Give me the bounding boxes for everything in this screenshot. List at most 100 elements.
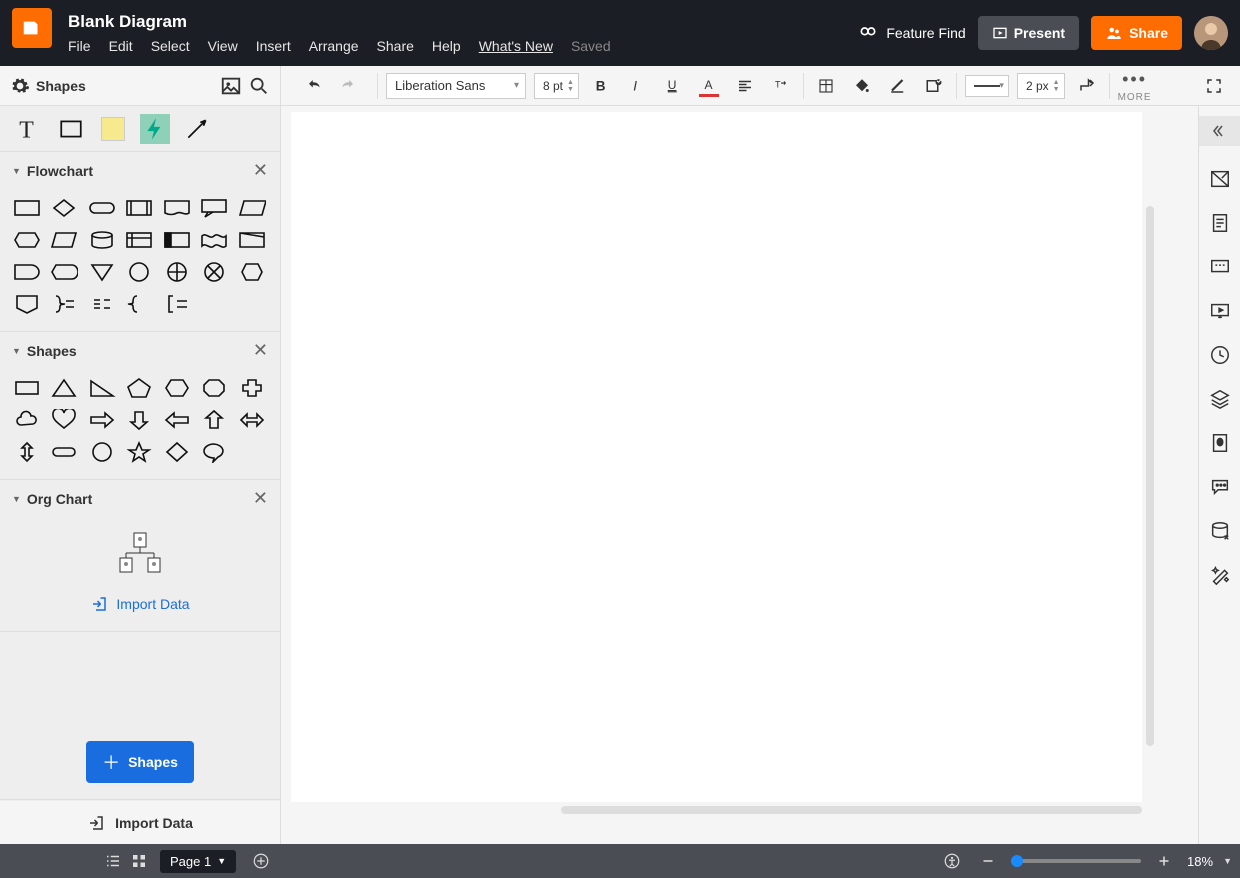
shape-diamond[interactable] xyxy=(162,439,192,465)
shape-card[interactable] xyxy=(162,227,192,253)
shape-hexagon[interactable] xyxy=(12,227,42,253)
action-tool[interactable] xyxy=(140,114,170,144)
line-routing-button[interactable] xyxy=(1073,72,1101,100)
font-size-input[interactable]: 8 pt ▲▼ xyxy=(534,73,579,99)
underline-button[interactable]: U xyxy=(659,72,687,100)
shape-decision[interactable] xyxy=(49,195,79,221)
shape-note-lines[interactable] xyxy=(87,291,117,317)
shape-pentagon[interactable] xyxy=(124,375,154,401)
shape-internal-storage[interactable] xyxy=(124,227,154,253)
grid-view-icon[interactable] xyxy=(126,848,152,874)
text-color-button[interactable]: A xyxy=(695,72,723,100)
shape-speech[interactable] xyxy=(199,439,229,465)
shape-summing[interactable] xyxy=(162,259,192,285)
menu-whats-new[interactable]: What's New xyxy=(479,38,553,54)
shape-star[interactable] xyxy=(124,439,154,465)
shape-process[interactable] xyxy=(12,195,42,221)
zoom-out-button[interactable] xyxy=(975,848,1001,874)
shape-octagon[interactable] xyxy=(199,375,229,401)
document-title[interactable]: Blank Diagram xyxy=(68,12,611,32)
shape-callout[interactable] xyxy=(199,195,229,221)
shape-connector[interactable] xyxy=(124,259,154,285)
rect-tool[interactable] xyxy=(56,114,86,144)
shape-predefined[interactable] xyxy=(124,195,154,221)
data-icon[interactable] xyxy=(1209,520,1231,542)
shape-arrow-leftright[interactable] xyxy=(237,407,267,433)
line-tool[interactable] xyxy=(182,114,212,144)
menu-help[interactable]: Help xyxy=(432,38,461,54)
menu-edit[interactable]: Edit xyxy=(109,38,133,54)
close-icon[interactable]: ✕ xyxy=(253,340,268,361)
menu-select[interactable]: Select xyxy=(151,38,190,54)
shape-right-triangle[interactable] xyxy=(87,375,117,401)
fullscreen-button[interactable] xyxy=(1200,72,1228,100)
import-data-button[interactable]: Import Data xyxy=(0,800,280,844)
more-menu[interactable]: ••• MORE xyxy=(1118,69,1152,103)
shape-triangle[interactable] xyxy=(49,375,79,401)
search-icon[interactable] xyxy=(248,75,270,97)
vertical-scrollbar[interactable] xyxy=(1146,206,1154,746)
present-button[interactable]: Present xyxy=(978,16,1079,50)
feature-find-button[interactable]: Feature Find xyxy=(858,23,965,43)
shape-pill[interactable] xyxy=(49,439,79,465)
shape-brace-left[interactable] xyxy=(124,291,154,317)
share-button[interactable]: Share xyxy=(1091,16,1182,50)
orgchart-import-link[interactable]: Import Data xyxy=(90,595,189,613)
shape-manual-input[interactable] xyxy=(237,227,267,253)
line-style-select[interactable] xyxy=(965,75,1009,97)
orgchart-panel-header[interactable]: ▼Org Chart ✕ xyxy=(0,480,280,517)
text-rotation-button[interactable]: T xyxy=(767,72,795,100)
collapse-rail-button[interactable] xyxy=(1199,116,1240,146)
shape-tape[interactable] xyxy=(199,227,229,253)
presentation-icon[interactable] xyxy=(1209,300,1231,322)
text-tool[interactable]: T xyxy=(14,114,44,144)
menu-arrange[interactable]: Arrange xyxy=(309,38,359,54)
shape-options-button[interactable] xyxy=(920,72,948,100)
menu-share[interactable]: Share xyxy=(377,38,414,54)
shape-cylinder[interactable] xyxy=(87,227,117,253)
zoom-value[interactable]: 18% xyxy=(1187,854,1213,869)
shape-delay[interactable] xyxy=(12,259,42,285)
zoom-in-button[interactable] xyxy=(1151,848,1177,874)
layers-icon[interactable] xyxy=(1209,388,1231,410)
add-page-button[interactable] xyxy=(248,848,274,874)
shape-arrow-up[interactable] xyxy=(199,407,229,433)
align-button[interactable] xyxy=(731,72,759,100)
shape-parallelogram[interactable] xyxy=(49,227,79,253)
horizontal-scrollbar[interactable] xyxy=(561,806,1142,814)
shape-terminator[interactable] xyxy=(87,195,117,221)
shape-heart[interactable] xyxy=(49,407,79,433)
close-icon[interactable]: ✕ xyxy=(253,488,268,509)
canvas-page[interactable] xyxy=(291,112,1142,802)
page-tab[interactable]: Page 1 ▼ xyxy=(160,850,236,873)
menu-insert[interactable]: Insert xyxy=(256,38,291,54)
app-logo[interactable] xyxy=(12,8,52,48)
layout-button[interactable] xyxy=(812,72,840,100)
shape-sort[interactable] xyxy=(237,259,267,285)
theme-icon[interactable] xyxy=(1209,432,1231,454)
canvas-area[interactable] xyxy=(281,106,1198,844)
shape-or[interactable] xyxy=(199,259,229,285)
shape-display[interactable] xyxy=(49,259,79,285)
history-icon[interactable] xyxy=(1209,344,1231,366)
zoom-slider[interactable] xyxy=(1011,859,1141,863)
shape-data[interactable] xyxy=(237,195,267,221)
context-panel-icon[interactable] xyxy=(1209,212,1231,234)
shape-arrow-right[interactable] xyxy=(87,407,117,433)
list-view-icon[interactable] xyxy=(100,848,126,874)
shape-hexagon2[interactable] xyxy=(162,375,192,401)
magic-icon[interactable] xyxy=(1209,564,1231,586)
border-button[interactable] xyxy=(884,72,912,100)
shape-rectangle[interactable] xyxy=(12,375,42,401)
chat-icon[interactable] xyxy=(1209,476,1231,498)
font-select[interactable]: Liberation Sans xyxy=(386,73,526,99)
shape-arrow-down[interactable] xyxy=(124,407,154,433)
undo-button[interactable] xyxy=(301,72,329,100)
accessibility-icon[interactable] xyxy=(939,848,965,874)
fill-button[interactable] xyxy=(848,72,876,100)
line-width-input[interactable]: 2 px ▲▼ xyxy=(1017,73,1065,99)
shape-circle[interactable] xyxy=(87,439,117,465)
orgchart-preview-icon[interactable] xyxy=(110,531,170,581)
redo-button[interactable] xyxy=(333,72,361,100)
shape-arrow-updown[interactable] xyxy=(12,439,42,465)
